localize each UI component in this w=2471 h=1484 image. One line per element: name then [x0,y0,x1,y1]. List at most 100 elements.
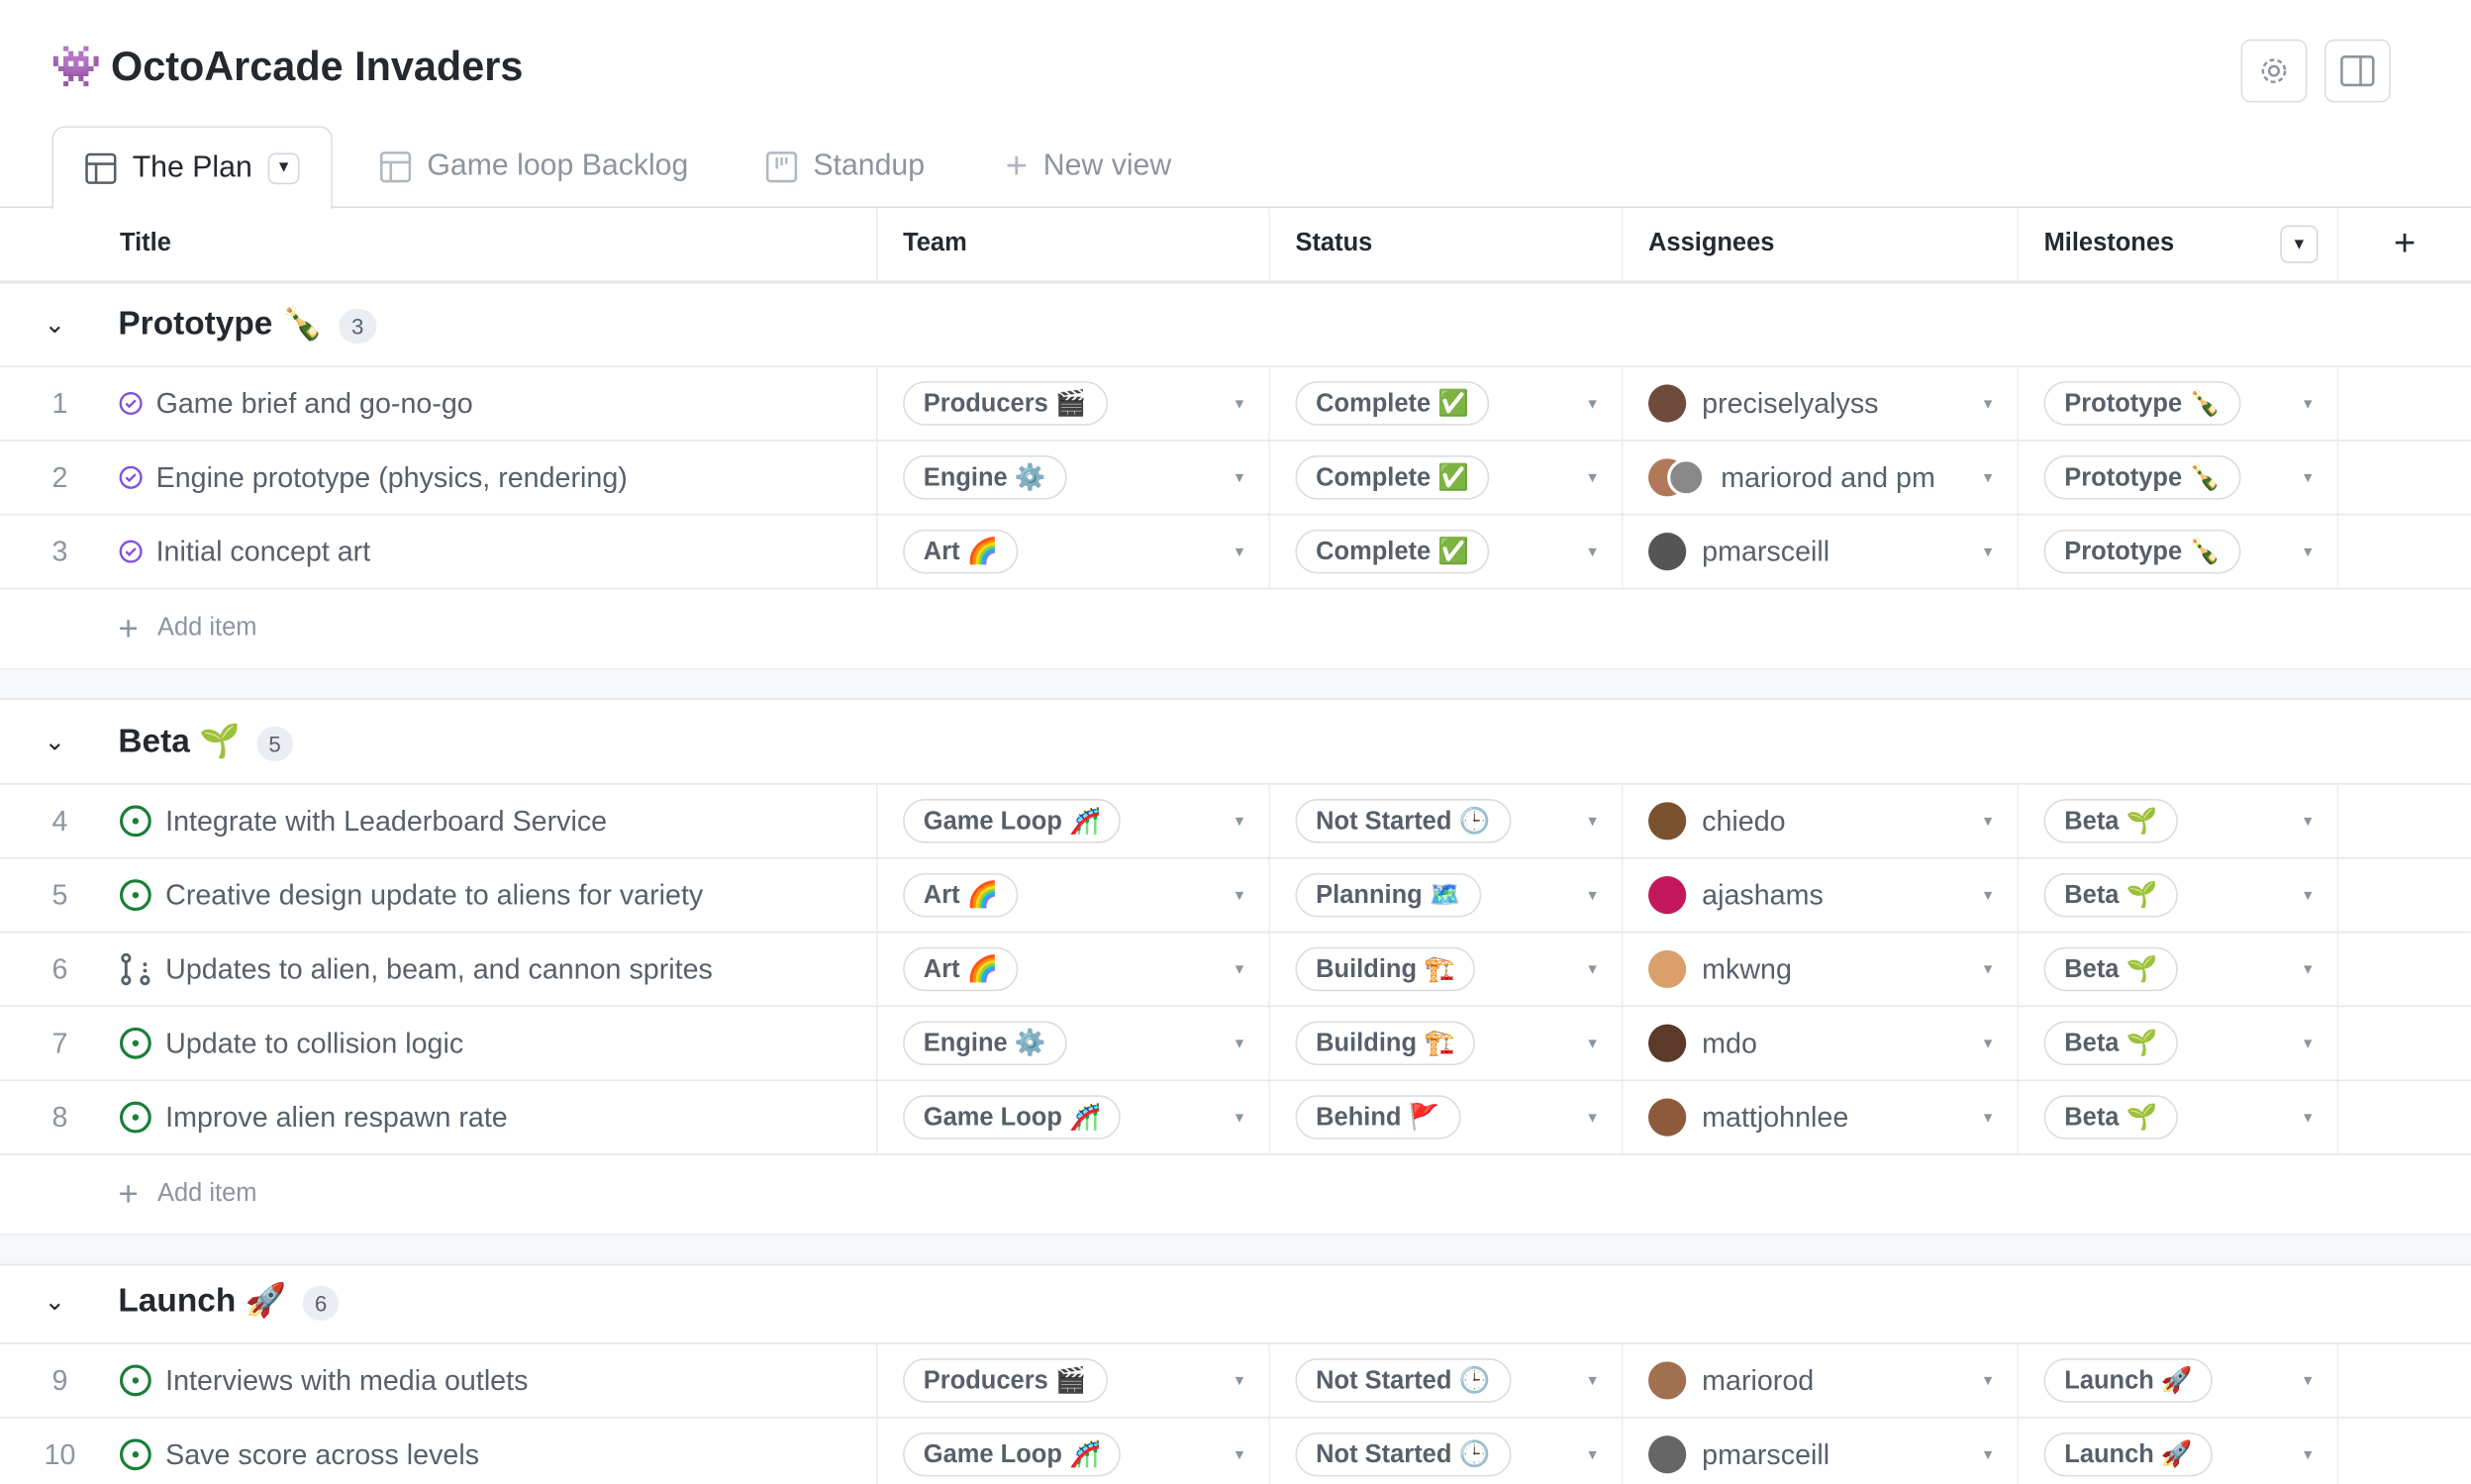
team-cell[interactable]: Game Loop 🎢 ▼ [876,1080,1268,1154]
settings-button[interactable] [2240,39,2308,103]
triangle-down-icon[interactable]: ▼ [1233,469,1246,485]
column-options-dropdown[interactable]: ▼ [2280,225,2319,263]
triangle-down-icon[interactable]: ▼ [2301,1036,2315,1051]
status-cell[interactable]: Not Started 🕒 ▼ [1268,1343,1622,1418]
triangle-down-icon[interactable]: ▼ [1233,1036,1246,1051]
group-header[interactable]: ⌄ Prototype 🍾 3 [0,284,2471,367]
item-title[interactable]: Integrate with Leaderboard Service [165,805,607,838]
triangle-down-icon[interactable]: ▼ [1585,396,1599,412]
triangle-down-icon[interactable]: ▼ [1233,544,1246,559]
column-header-status[interactable]: Status [1268,208,1622,281]
column-header-milestones[interactable]: Milestones ▼ [2017,208,2337,281]
triangle-down-icon[interactable]: ▼ [1981,961,1995,977]
item-title[interactable]: Game brief and go-no-go [156,387,473,420]
team-cell[interactable]: Engine ⚙️ ▼ [876,1007,1268,1080]
item-title[interactable]: Interviews with media outlets [165,1364,528,1397]
triangle-down-icon[interactable]: ▼ [1981,396,1995,412]
assignees-cell[interactable]: chiedo ▼ [1621,784,2018,857]
table-row[interactable]: 7 Update to collision logic Engine ⚙️ ▼ B… [0,1007,2471,1081]
team-cell[interactable]: Art 🌈 ▼ [876,858,1268,932]
toggle-panel-button[interactable] [2323,39,2391,103]
team-cell[interactable]: Game Loop 🎢 ▼ [876,784,1268,857]
triangle-down-icon[interactable]: ▼ [2301,1372,2315,1388]
assignees-cell[interactable]: mariorod and pm ▼ [1621,441,2018,514]
assignees-cell[interactable]: mdo ▼ [1621,1007,2018,1080]
column-header-title[interactable]: Title [95,208,171,280]
milestone-cell[interactable]: Beta 🌱 ▼ [2017,1007,2337,1080]
triangle-down-icon[interactable]: ▼ [1585,1036,1599,1051]
triangle-down-icon[interactable]: ▼ [2301,544,2315,559]
chevron-down-icon[interactable]: ⌄ [45,727,65,758]
item-title[interactable]: Updates to alien, beam, and cannon sprit… [165,952,713,985]
triangle-down-icon[interactable]: ▼ [1233,396,1246,412]
status-cell[interactable]: Complete ✅ ▼ [1268,441,1622,514]
table-row[interactable]: 5 Creative design update to aliens for v… [0,858,2471,934]
group-header[interactable]: ⌄ Beta 🌱 5 [0,701,2471,785]
table-row[interactable]: 3 Initial concept art Art 🌈 ▼ Complete ✅ ▼… [0,515,2471,590]
triangle-down-icon[interactable]: ▼ [1981,1110,1995,1126]
triangle-down-icon[interactable]: ▼ [1585,887,1599,903]
triangle-down-icon[interactable]: ▼ [2301,1110,2315,1126]
milestone-cell[interactable]: Beta 🌱 ▼ [2017,784,2337,857]
table-row[interactable]: 9 Interviews with media outlets Producer… [0,1343,2471,1419]
assignees-cell[interactable]: pmarsceill ▼ [1621,1418,2018,1484]
new-view-button[interactable]: + New view [1006,126,1172,208]
status-cell[interactable]: Behind 🚩 ▼ [1268,1080,1622,1154]
chevron-down-icon[interactable]: ⌄ [45,309,65,341]
table-row[interactable]: 2 Engine prototype (physics, rendering) … [0,441,2471,516]
add-item-button[interactable]: + Add item [118,1155,256,1235]
status-cell[interactable]: Building 🏗️ ▼ [1268,1007,1622,1080]
status-cell[interactable]: Complete ✅ ▼ [1268,366,1622,441]
add-field-button[interactable]: + [2336,208,2471,281]
triangle-down-icon[interactable]: ▼ [1981,469,1995,485]
triangle-down-icon[interactable]: ▼ [1233,887,1246,903]
assignees-cell[interactable]: mariorod ▼ [1621,1343,2018,1418]
triangle-down-icon[interactable]: ▼ [1981,1446,1995,1462]
table-row[interactable]: 4 Integrate with Leaderboard Service Gam… [0,784,2471,859]
triangle-down-icon[interactable]: ▼ [1233,961,1246,977]
team-cell[interactable]: Art 🌈 ▼ [876,933,1268,1006]
milestone-cell[interactable]: Prototype 🍾 ▼ [2017,515,2337,588]
triangle-down-icon[interactable]: ▼ [1981,813,1995,829]
team-cell[interactable]: Art 🌈 ▼ [876,515,1268,588]
assignees-cell[interactable]: mattjohnlee ▼ [1621,1080,2018,1154]
table-row[interactable]: 1 Game brief and go-no-go Producers 🎬 ▼ C… [0,366,2471,442]
triangle-down-icon[interactable]: ▼ [1981,1036,1995,1051]
triangle-down-icon[interactable]: ▼ [1585,961,1599,977]
assignees-cell[interactable]: ajashams ▼ [1621,858,2018,932]
triangle-down-icon[interactable]: ▼ [1585,544,1599,559]
item-title[interactable]: Creative design update to aliens for var… [165,878,703,911]
triangle-down-icon[interactable]: ▼ [1233,813,1246,829]
triangle-down-icon[interactable]: ▼ [2301,1446,2315,1462]
triangle-down-icon[interactable]: ▼ [1981,1372,1995,1388]
milestone-cell[interactable]: Launch 🚀 ▼ [2017,1418,2337,1484]
item-title[interactable]: Engine prototype (physics, rendering) [156,461,628,494]
table-row[interactable]: 10 Save score across levels Game Loop 🎢 ▼… [0,1418,2471,1484]
group-header[interactable]: ⌄ Launch 🚀 6 [0,1260,2471,1344]
triangle-down-icon[interactable]: ▼ [1233,1446,1246,1462]
milestone-cell[interactable]: Prototype 🍾 ▼ [2017,366,2337,441]
table-row[interactable]: 6 Updates to alien, beam, and cannon spr… [0,933,2471,1008]
add-item-button[interactable]: + Add item [118,589,256,668]
status-cell[interactable]: Not Started 🕒 ▼ [1268,1418,1622,1484]
triangle-down-icon[interactable]: ▼ [1585,1372,1599,1388]
view-options-dropdown[interactable]: ▼ [267,151,300,184]
triangle-down-icon[interactable]: ▼ [1233,1372,1246,1388]
item-title[interactable]: Initial concept art [156,535,371,567]
team-cell[interactable]: Engine ⚙️ ▼ [876,441,1268,514]
tab-the-plan[interactable]: The Plan ▼ [51,126,333,210]
status-cell[interactable]: Complete ✅ ▼ [1268,515,1622,588]
team-cell[interactable]: Producers 🎬 ▼ [876,366,1268,441]
table-row[interactable]: 8 Improve alien respawn rate Game Loop 🎢… [0,1080,2471,1155]
column-header-assignees[interactable]: Assignees [1621,208,2018,281]
milestone-cell[interactable]: Beta 🌱 ▼ [2017,858,2337,932]
triangle-down-icon[interactable]: ▼ [1981,544,1995,559]
team-cell[interactable]: Game Loop 🎢 ▼ [876,1418,1268,1484]
triangle-down-icon[interactable]: ▼ [2301,961,2315,977]
assignees-cell[interactable]: pmarsceill ▼ [1621,515,2018,588]
item-title[interactable]: Improve alien respawn rate [165,1101,508,1134]
tab-standup[interactable]: Standup [765,126,925,208]
team-cell[interactable]: Producers 🎬 ▼ [876,1343,1268,1418]
triangle-down-icon[interactable]: ▼ [1981,887,1995,903]
assignees-cell[interactable]: mkwng ▼ [1621,933,2018,1006]
